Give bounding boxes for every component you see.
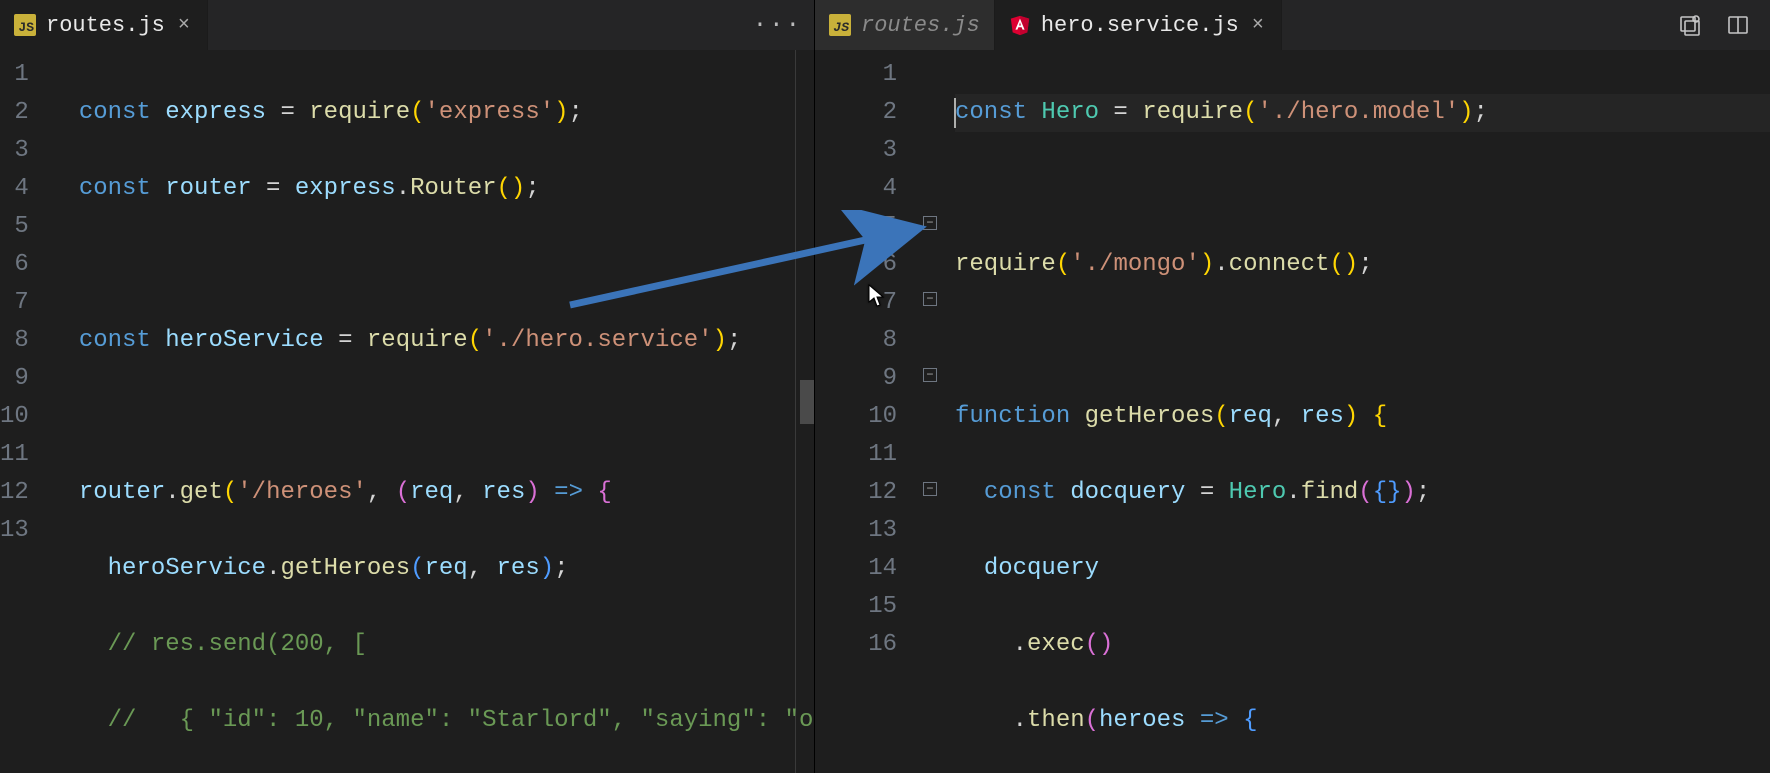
code-editor-right[interactable]: 1 2 3 4 5 6 7 8 9 10 11 12 13 14 15 16 −… — [815, 50, 1770, 773]
angular-file-icon — [1009, 14, 1031, 36]
js-file-icon: JS — [829, 14, 851, 36]
text-caret — [954, 98, 956, 128]
line-number-gutter: 1 2 3 4 5 6 7 8 9 10 11 12 13 14 15 16 — [815, 50, 923, 773]
code-content-right[interactable]: const Hero = require('./hero.model'); re… — [923, 50, 1770, 773]
tab-routes-left[interactable]: JS routes.js × — [0, 0, 208, 50]
tab-hero-service[interactable]: hero.service.js × — [995, 0, 1282, 50]
editor-pane-right: JS routes.js hero.service.js × 1 2 3 4 5 — [815, 0, 1770, 773]
scrollbar-thumb[interactable] — [800, 380, 814, 424]
close-icon[interactable]: × — [175, 16, 193, 34]
tab-label: routes.js — [861, 13, 980, 38]
tab-label: hero.service.js — [1041, 13, 1239, 38]
code-content-left[interactable]: const express = require('express'); cons… — [55, 50, 814, 773]
code-editor-left[interactable]: 1 2 3 4 5 6 7 8 9 10 11 12 13 const expr… — [0, 50, 814, 773]
close-icon[interactable]: × — [1249, 16, 1267, 34]
tabbar-right: JS routes.js hero.service.js × — [815, 0, 1770, 50]
split-editor-icon[interactable] — [1724, 11, 1752, 39]
tab-label: routes.js — [46, 13, 165, 38]
line-number-gutter: 1 2 3 4 5 6 7 8 9 10 11 12 13 — [0, 50, 55, 773]
tabbar-left: JS routes.js × ··· — [0, 0, 814, 50]
tab-overflow-button[interactable]: ··· — [741, 0, 814, 50]
open-changes-icon[interactable] — [1676, 11, 1704, 39]
editor-pane-left: JS routes.js × ··· 1 2 3 4 5 6 7 8 9 10 … — [0, 0, 815, 773]
js-file-icon: JS — [14, 14, 36, 36]
tab-routes-right[interactable]: JS routes.js — [815, 0, 995, 50]
